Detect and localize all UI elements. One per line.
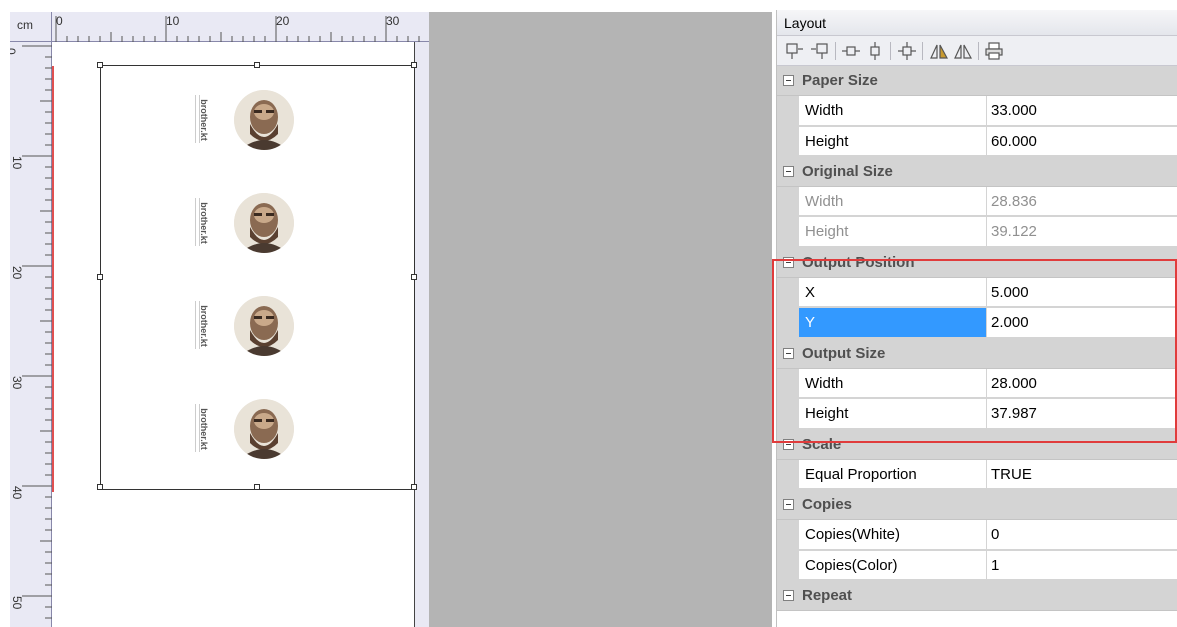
property-row-paper-height[interactable]: Height 60.000	[777, 126, 1177, 157]
property-value-paper-width[interactable]: 33.000	[987, 96, 1177, 126]
resize-handle-bottom[interactable]	[254, 484, 260, 490]
property-row-original-height: Height 39.122	[777, 217, 1177, 248]
property-name: Copies(White)	[799, 520, 986, 550]
property-value-original-height: 39.122	[987, 217, 1177, 247]
category-scale[interactable]: Scale	[777, 429, 1177, 460]
category-paper-size[interactable]: Paper Size	[777, 66, 1177, 97]
resize-handle-top-right[interactable]	[411, 62, 417, 68]
printer-icon[interactable]	[984, 41, 1004, 61]
stamp-brand-text: brother.kt	[199, 202, 209, 244]
property-name: Equal Proportion	[799, 459, 986, 490]
stamp-brand-text: brother.kt	[199, 408, 209, 450]
app-window: cm 0 10 20 30 0 10 20 30 40 50	[0, 0, 1177, 627]
hruler-label-20: 20	[276, 14, 290, 28]
vruler-label-50: 50	[10, 596, 24, 610]
resize-handle-left[interactable]	[97, 274, 103, 280]
vruler-label-0: 0	[10, 48, 18, 55]
property-row-copies-white[interactable]: Copies(White) 0	[777, 520, 1177, 551]
resize-handle-top[interactable]	[254, 62, 260, 68]
center-horizontal-icon[interactable]	[841, 41, 861, 61]
category-output-position[interactable]: Output Position	[777, 247, 1177, 279]
vruler-label-10: 10	[10, 156, 24, 170]
stamp-brand-text: brother.kt	[199, 99, 209, 141]
canvas-area: cm 0 10 20 30 0 10 20 30 40 50	[10, 12, 429, 627]
property-value-output-x[interactable]: 5.000	[987, 278, 1177, 308]
vertical-ruler: 0 10 20 30 40 50	[10, 42, 52, 627]
vruler-label-30: 30	[10, 376, 24, 390]
ruler-unit-label: cm	[17, 18, 33, 32]
hruler-label-0: 0	[56, 14, 63, 28]
property-row-copies-color[interactable]: Copies(Color) 1	[777, 550, 1177, 582]
horizontal-ruler: 0 10 20 30	[52, 12, 429, 42]
collapse-toggle-icon[interactable]	[783, 590, 794, 602]
property-row-output-y[interactable]: Y 2.000	[777, 308, 1177, 339]
property-value-paper-height[interactable]: 60.000	[987, 126, 1177, 156]
vruler-label-20: 20	[10, 266, 24, 280]
property-name: X	[799, 278, 986, 308]
print-image-item: brother.kt	[190, 193, 300, 263]
workspace-background	[429, 12, 772, 627]
collapse-toggle-icon[interactable]	[783, 438, 794, 450]
hruler-label-10: 10	[166, 14, 180, 28]
layout-toolbar	[777, 36, 1177, 66]
property-value-original-width: 28.836	[987, 187, 1177, 217]
property-grid: Paper Size Width 33.000 Height 60.000 Or…	[777, 66, 1177, 612]
portrait-image	[234, 399, 294, 459]
resize-handle-top-left[interactable]	[97, 62, 103, 68]
center-vertical-icon[interactable]	[865, 41, 885, 61]
category-repeat[interactable]: Repeat	[777, 581, 1177, 612]
property-name: Y	[799, 308, 986, 338]
property-name: Height	[799, 217, 986, 247]
category-copies[interactable]: Copies	[777, 490, 1177, 521]
portrait-image	[234, 296, 294, 356]
print-image-item: brother.kt	[190, 90, 300, 160]
collapse-toggle-icon[interactable]	[783, 499, 794, 511]
property-value-equal-proportion[interactable]: TRUE	[987, 459, 1177, 490]
property-name: Width	[799, 368, 986, 399]
property-value-output-height[interactable]: 37.987	[987, 399, 1177, 429]
hruler-label-30: 30	[386, 14, 400, 28]
resize-handle-right[interactable]	[411, 274, 417, 280]
property-value-copies-white[interactable]: 0	[987, 520, 1177, 550]
print-image-item: brother.kt	[190, 399, 300, 469]
resize-handle-bottom-right[interactable]	[411, 484, 417, 490]
center-both-icon[interactable]	[897, 41, 917, 61]
category-original-size[interactable]: Original Size	[777, 156, 1177, 188]
property-name: Width	[799, 96, 986, 126]
align-right-icon[interactable]	[810, 41, 830, 61]
print-image-item: brother.kt	[190, 296, 300, 366]
property-name: Height	[799, 126, 986, 156]
mirror-icon[interactable]	[953, 41, 973, 61]
portrait-image	[234, 193, 294, 253]
resize-handle-bottom-left[interactable]	[97, 484, 103, 490]
collapse-toggle-icon[interactable]	[783, 165, 794, 177]
stamp-brand-text: brother.kt	[199, 305, 209, 347]
property-row-original-width: Width 28.836	[777, 187, 1177, 218]
property-value-copies-color[interactable]: 1	[987, 550, 1177, 581]
property-name: Width	[799, 187, 986, 217]
category-output-size[interactable]: Output Size	[777, 338, 1177, 369]
property-row-paper-width[interactable]: Width 33.000	[777, 96, 1177, 127]
align-left-icon[interactable]	[784, 41, 804, 61]
property-row-output-x[interactable]: X 5.000	[777, 278, 1177, 309]
collapse-toggle-icon[interactable]	[783, 256, 794, 268]
ruler-unit-corner: cm	[10, 12, 52, 42]
mirror-color-icon[interactable]	[929, 41, 949, 61]
collapse-toggle-icon[interactable]	[783, 347, 794, 359]
property-value-output-y[interactable]: 2.000	[987, 308, 1177, 338]
property-row-output-height[interactable]: Height 37.987	[777, 399, 1177, 430]
property-row-output-width[interactable]: Width 28.000	[777, 368, 1177, 400]
panel-title: Layout	[777, 10, 1177, 36]
property-name: Height	[799, 399, 986, 429]
layout-panel: Layout Paper Size Width 33.000 Height 60…	[776, 10, 1177, 627]
print-area-marker	[52, 66, 54, 492]
portrait-image	[234, 90, 294, 150]
property-name: Copies(Color)	[799, 550, 986, 581]
collapse-toggle-icon[interactable]	[783, 75, 794, 86]
property-value-output-width[interactable]: 28.000	[987, 368, 1177, 399]
vruler-label-40: 40	[10, 486, 24, 500]
property-row-equal-proportion[interactable]: Equal Proportion TRUE	[777, 459, 1177, 491]
